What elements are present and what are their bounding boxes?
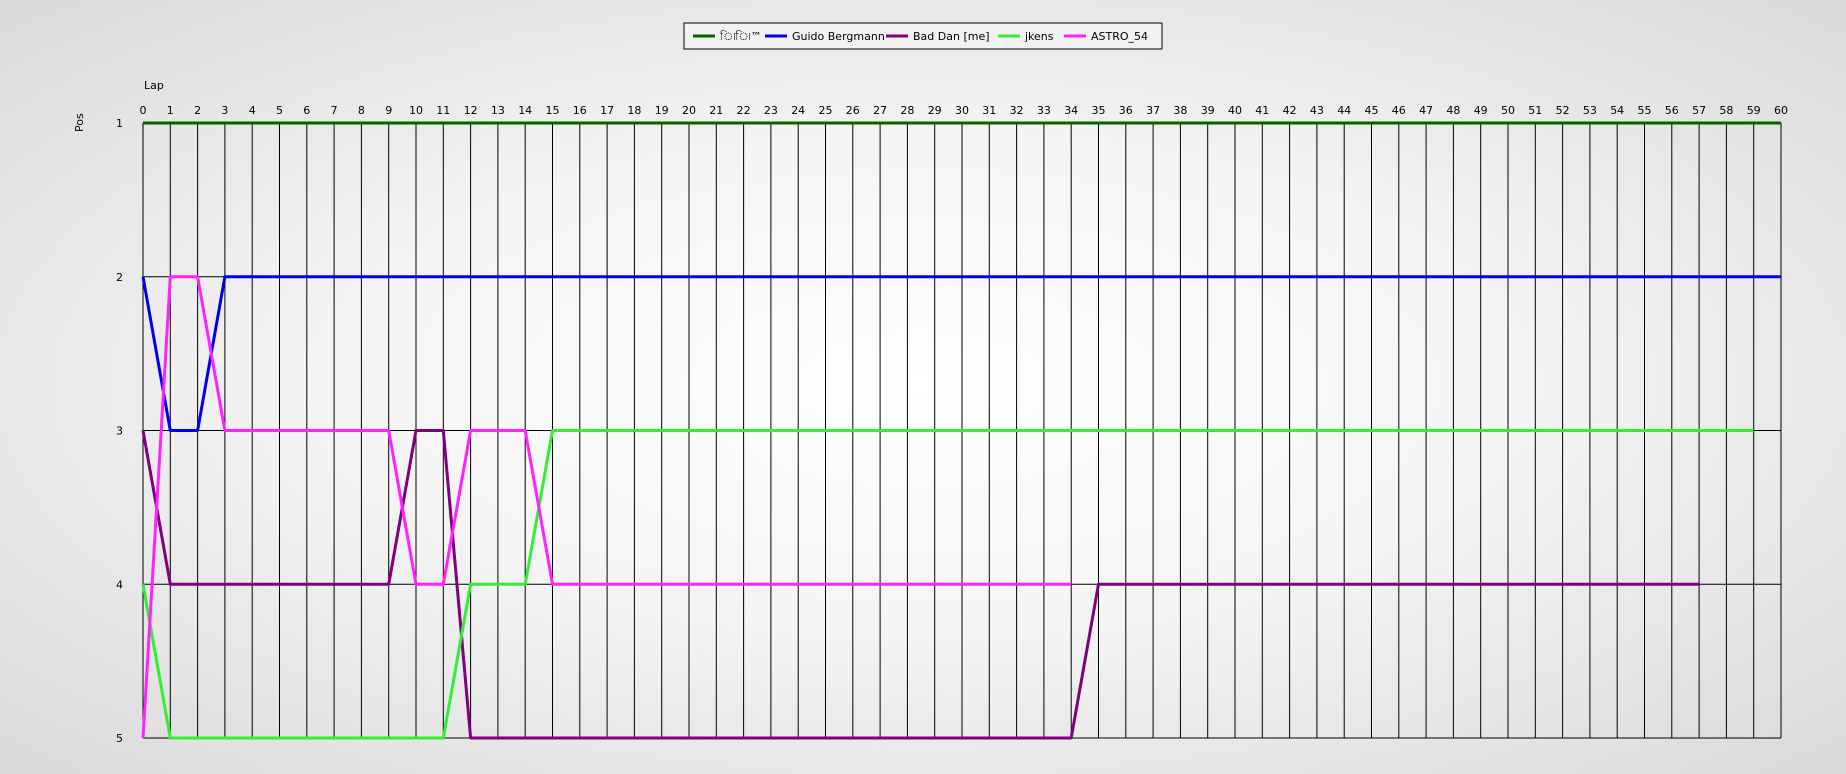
x-tick-label-49: 49 xyxy=(1474,104,1488,117)
x-tick-label-27: 27 xyxy=(873,104,887,117)
x-tick-label-45: 45 xyxy=(1365,104,1379,117)
x-tick-label-28: 28 xyxy=(900,104,914,117)
x-tick-label-22: 22 xyxy=(737,104,751,117)
x-tick-label-59: 59 xyxy=(1747,104,1761,117)
x-tick-label-48: 48 xyxy=(1446,104,1460,117)
legend: ি৷ি৷™ Guido Bergmann Bad Dan [me] jkens ASTR… xyxy=(683,22,1163,50)
x-tick-label-18: 18 xyxy=(627,104,641,117)
legend-label-4: ASTRO_54 xyxy=(1091,30,1148,43)
x-tick-label-44: 44 xyxy=(1337,104,1351,117)
x-tick-label-15: 15 xyxy=(546,104,560,117)
legend-label-2: Bad Dan [me] xyxy=(913,30,990,43)
x-tick-label-14: 14 xyxy=(518,104,532,117)
x-tick-label-24: 24 xyxy=(791,104,805,117)
y-tick-label-5: 5 xyxy=(116,732,123,745)
x-tick-label-16: 16 xyxy=(573,104,587,117)
x-tick-label-2: 2 xyxy=(194,104,201,117)
x-tick-label-34: 34 xyxy=(1064,104,1078,117)
x-tick-label-19: 19 xyxy=(655,104,669,117)
x-tick-label-3: 3 xyxy=(221,104,228,117)
x-tick-label-43: 43 xyxy=(1310,104,1324,117)
x-tick-label-6: 6 xyxy=(303,104,310,117)
x-tick-label-50: 50 xyxy=(1501,104,1515,117)
x-tick-label-9: 9 xyxy=(385,104,392,117)
x-axis-label: Lap xyxy=(144,79,164,92)
x-tick-label-58: 58 xyxy=(1719,104,1733,117)
x-tick-label-7: 7 xyxy=(331,104,338,117)
x-tick-label-52: 52 xyxy=(1556,104,1570,117)
x-tick-label-20: 20 xyxy=(682,104,696,117)
x-tick-label-39: 39 xyxy=(1201,104,1215,117)
legend-label-0: ি৷ি৷™ xyxy=(719,30,762,43)
x-tick-label-47: 47 xyxy=(1419,104,1433,117)
x-tick-label-42: 42 xyxy=(1283,104,1297,117)
x-tick-label-12: 12 xyxy=(464,104,478,117)
x-tick-label-5: 5 xyxy=(276,104,283,117)
x-tick-label-57: 57 xyxy=(1692,104,1706,117)
x-tick-label-1: 1 xyxy=(167,104,174,117)
x-tick-label-11: 11 xyxy=(436,104,450,117)
x-tick-label-8: 8 xyxy=(358,104,365,117)
x-tick-label-35: 35 xyxy=(1092,104,1106,117)
y-axis-label: Pos xyxy=(73,113,86,132)
x-tick-label-26: 26 xyxy=(846,104,860,117)
chart-svg: ি৷ি৷™ Guido Bergmann Bad Dan [me] jkens ASTR… xyxy=(73,22,1788,745)
x-tick-label-56: 56 xyxy=(1665,104,1679,117)
x-tick-label-25: 25 xyxy=(819,104,833,117)
x-tick-label-31: 31 xyxy=(982,104,996,117)
axes: 0 1 2 3 4 5 6 7 8 9 10 11 12 13 14 15 16 17 18 19 20 21 22 23 24… xyxy=(116,104,1788,745)
x-tick-label-46: 46 xyxy=(1392,104,1406,117)
x-tick-label-23: 23 xyxy=(764,104,778,117)
x-tick-label-55: 55 xyxy=(1638,104,1652,117)
x-tick-label-13: 13 xyxy=(491,104,505,117)
y-tick-label-2: 2 xyxy=(116,271,123,284)
x-tick-label-53: 53 xyxy=(1583,104,1597,117)
x-tick-label-21: 21 xyxy=(709,104,723,117)
legend-label-3: jkens xyxy=(1024,30,1054,43)
y-tick-label-3: 3 xyxy=(116,425,123,438)
x-tick-label-17: 17 xyxy=(600,104,614,117)
x-tick-label-36: 36 xyxy=(1119,104,1133,117)
x-tick-label-41: 41 xyxy=(1255,104,1269,117)
x-tick-label-4: 4 xyxy=(249,104,256,117)
x-tick-label-54: 54 xyxy=(1610,104,1624,117)
x-tick-label-0: 0 xyxy=(140,104,147,117)
y-tick-label-1: 1 xyxy=(116,117,123,130)
x-tick-label-30: 30 xyxy=(955,104,969,117)
x-tick-label-29: 29 xyxy=(928,104,942,117)
x-tick-label-33: 33 xyxy=(1037,104,1051,117)
x-tick-label-10: 10 xyxy=(409,104,423,117)
x-tick-label-60: 60 xyxy=(1774,104,1788,117)
x-tick-label-51: 51 xyxy=(1528,104,1542,117)
x-tick-label-32: 32 xyxy=(1010,104,1024,117)
legend-label-1: Guido Bergmann xyxy=(792,30,885,43)
x-tick-label-40: 40 xyxy=(1228,104,1242,117)
race-position-chart: ি৷ি৷™ Guido Bergmann Bad Dan [me] jkens ASTR… xyxy=(0,0,1846,770)
x-tick-label-37: 37 xyxy=(1146,104,1160,117)
y-tick-label-4: 4 xyxy=(116,578,123,591)
x-tick-label-38: 38 xyxy=(1173,104,1187,117)
